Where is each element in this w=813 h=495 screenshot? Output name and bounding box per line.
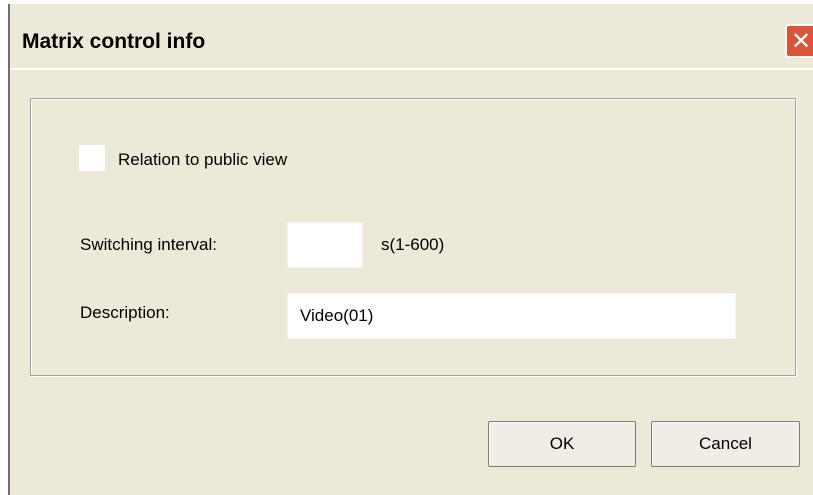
relation-checkbox[interactable] bbox=[79, 145, 105, 171]
title-bar[interactable]: Matrix control info ✕ bbox=[10, 18, 813, 70]
relation-label[interactable]: Relation to public view bbox=[118, 150, 287, 170]
switching-interval-label: Switching interval: bbox=[80, 235, 218, 254]
description-input[interactable]: Video(01) bbox=[287, 293, 736, 339]
cancel-button[interactable]: Cancel bbox=[651, 421, 800, 467]
close-button[interactable]: ✕ bbox=[785, 24, 813, 58]
dialog-title: Matrix control info bbox=[22, 30, 206, 53]
description-label: Description: bbox=[80, 303, 170, 322]
switching-interval-input[interactable] bbox=[287, 222, 363, 268]
ok-button[interactable]: OK bbox=[488, 421, 636, 467]
interval-unit-label: s(1-600) bbox=[381, 235, 445, 254]
close-icon: ✕ bbox=[790, 27, 812, 55]
